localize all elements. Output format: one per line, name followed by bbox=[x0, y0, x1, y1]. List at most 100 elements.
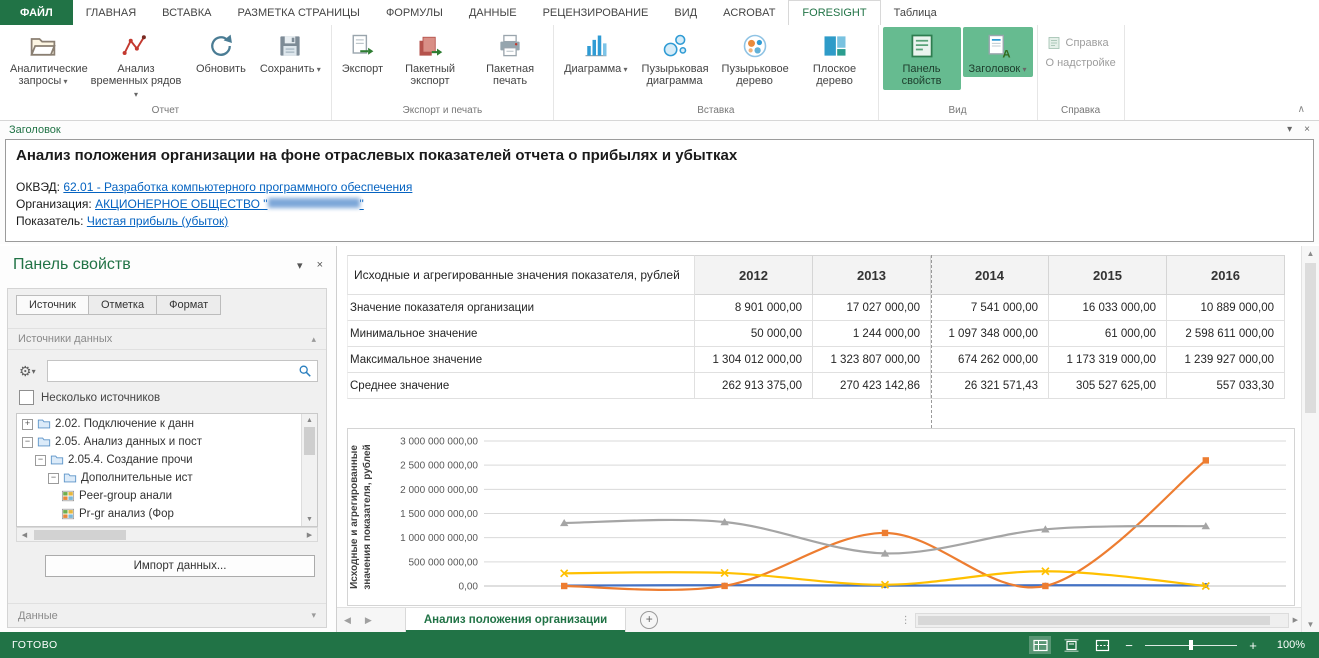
table-value-cell[interactable]: 262 913 375,00 bbox=[695, 373, 813, 399]
table-value-cell[interactable]: 1 097 348 000,00 bbox=[931, 321, 1049, 347]
tree-horizontal-scrollbar[interactable]: ◀ ▶ bbox=[16, 527, 318, 542]
table-year-header[interactable]: 2016 bbox=[1167, 255, 1285, 295]
tree-vertical-scrollbar[interactable]: ▲ ▼ bbox=[301, 414, 317, 526]
scroll-down-icon[interactable]: ▼ bbox=[1307, 617, 1315, 632]
data-sources-section-header[interactable]: Источники данных ▴ bbox=[8, 328, 326, 350]
scroll-right-icon[interactable]: ▶ bbox=[302, 531, 317, 539]
table-value-cell[interactable]: 7 541 000,00 bbox=[931, 295, 1049, 321]
chart-button[interactable]: Диаграмма ▾ bbox=[558, 27, 633, 77]
table-year-header[interactable]: 2012 bbox=[695, 255, 813, 295]
table-value-cell[interactable]: 674 262 000,00 bbox=[931, 347, 1049, 373]
collapse-ribbon-button[interactable]: ∧ bbox=[1298, 104, 1305, 115]
vertical-scrollbar[interactable]: ▲ ▼ bbox=[1301, 246, 1319, 632]
table-year-header[interactable]: 2013 bbox=[813, 255, 931, 295]
scrollbar-thumb[interactable] bbox=[918, 616, 1270, 625]
table-value-cell[interactable]: 50 000,00 bbox=[695, 321, 813, 347]
ribbon-tab-главная[interactable]: ГЛАВНАЯ bbox=[73, 0, 149, 25]
close-icon[interactable]: × bbox=[1304, 124, 1310, 135]
save-button[interactable]: Сохранить ▾ bbox=[254, 27, 327, 77]
tree-item[interactable]: Pr-gr анализ (Фор bbox=[19, 505, 301, 523]
scrollbar-thumb[interactable] bbox=[1305, 263, 1316, 413]
batch-print-button[interactable]: Пакетная печать bbox=[471, 27, 549, 90]
table-value-cell[interactable]: 557 033,30 bbox=[1167, 373, 1285, 399]
page-layout-view-button[interactable] bbox=[1060, 636, 1082, 654]
multi-source-checkbox[interactable] bbox=[19, 390, 34, 405]
previous-sheet-icon[interactable]: ◀ bbox=[337, 615, 358, 626]
tree-item[interactable]: −2.05.4. Создание прочи bbox=[19, 451, 301, 469]
analytical-queries-button[interactable]: Аналитические запросы ▾ bbox=[4, 27, 82, 90]
tree-item[interactable]: Peer-group анали bbox=[19, 487, 301, 505]
add-sheet-button[interactable]: + bbox=[640, 611, 658, 629]
table-row-label[interactable]: Минимальное значение bbox=[347, 321, 695, 347]
zoom-slider[interactable] bbox=[1145, 638, 1237, 652]
ribbon-tab-foresight[interactable]: FORESIGHT bbox=[788, 0, 880, 25]
flat-tree-button[interactable]: Плоское дерево bbox=[796, 27, 874, 90]
table-row-label[interactable]: Среднее значение bbox=[347, 373, 695, 399]
about-addin-button[interactable]: О надстройке bbox=[1041, 55, 1121, 71]
collapse-icon[interactable]: − bbox=[35, 455, 46, 466]
search-input[interactable] bbox=[54, 364, 298, 378]
scroll-left-icon[interactable]: ◀ bbox=[17, 531, 32, 539]
table-value-cell[interactable]: 2 598 611 000,00 bbox=[1167, 321, 1285, 347]
ribbon-tab-вид[interactable]: ВИД bbox=[661, 0, 710, 25]
page-break-view-button[interactable] bbox=[1091, 636, 1113, 654]
data-section-header[interactable]: Данные ▾ bbox=[8, 603, 326, 627]
indicator-link[interactable]: Чистая прибыль (убыток) bbox=[87, 214, 228, 228]
zoom-out-button[interactable]: − bbox=[1122, 638, 1136, 653]
sheet-tab[interactable]: Анализ положения организации bbox=[405, 608, 626, 632]
tab-bar-splitter[interactable]: ⋮ bbox=[897, 615, 915, 626]
table-value-cell[interactable]: 16 033 000,00 bbox=[1049, 295, 1167, 321]
header-toggle-button[interactable]: AЗаголовок ▾ bbox=[963, 27, 1033, 77]
import-data-button[interactable]: Импорт данных... bbox=[45, 555, 315, 577]
line-chart-object[interactable]: Исходные и агрегированные значения показ… bbox=[347, 428, 1295, 606]
tree-item[interactable]: −2.05. Анализ данных и пост bbox=[19, 433, 301, 451]
ribbon-tab-таблица[interactable]: Таблица bbox=[881, 0, 950, 25]
table-value-cell[interactable]: 17 027 000,00 bbox=[813, 295, 931, 321]
scroll-right-icon[interactable]: ▶ bbox=[1293, 616, 1298, 624]
chevron-down-icon[interactable]: ▾ bbox=[1287, 124, 1292, 135]
table-row-label[interactable]: Максимальное значение bbox=[347, 347, 695, 373]
tree-item[interactable]: +2.02. Подключение к данн bbox=[19, 415, 301, 433]
properties-panel-toggle-button[interactable]: Панель свойств bbox=[883, 27, 961, 90]
zoom-in-button[interactable]: + bbox=[1246, 638, 1260, 653]
table-value-cell[interactable]: 1 239 927 000,00 bbox=[1167, 347, 1285, 373]
chevron-down-icon[interactable]: ▾ bbox=[297, 259, 303, 272]
table-value-cell[interactable]: 1 244 000,00 bbox=[813, 321, 931, 347]
tree-item[interactable]: −Дополнительные ист bbox=[19, 469, 301, 487]
bubble-chart-button[interactable]: Пузырьковая диаграмма bbox=[636, 27, 714, 90]
properties-tab-0[interactable]: Источник bbox=[16, 295, 89, 315]
normal-view-button[interactable] bbox=[1029, 636, 1051, 654]
ribbon-tab-разметка-страницы[interactable]: РАЗМЕТКА СТРАНИЦЫ bbox=[224, 0, 372, 25]
ribbon-tab-формулы[interactable]: ФОРМУЛЫ bbox=[373, 0, 456, 25]
gear-button[interactable]: ⚙▾ bbox=[16, 363, 39, 380]
time-series-analysis-button[interactable]: Анализ временных рядов ▾ bbox=[84, 27, 188, 102]
table-value-cell[interactable]: 26 321 571,43 bbox=[931, 373, 1049, 399]
scrollbar-thumb[interactable] bbox=[304, 427, 315, 455]
collapse-icon[interactable]: − bbox=[48, 473, 59, 484]
scroll-up-icon[interactable]: ▲ bbox=[1307, 246, 1315, 261]
ribbon-tab-данные[interactable]: ДАННЫЕ bbox=[456, 0, 530, 25]
table-value-cell[interactable]: 10 889 000,00 bbox=[1167, 295, 1285, 321]
organization-link[interactable]: АКЦИОНЕРНОЕ ОБЩЕСТВО "" bbox=[95, 197, 364, 211]
properties-tab-2[interactable]: Формат bbox=[156, 295, 221, 315]
table-year-header[interactable]: 2014 bbox=[931, 255, 1049, 295]
ribbon-tab-acrobat[interactable]: ACROBAT bbox=[710, 0, 788, 25]
ribbon-tab-вставка[interactable]: ВСТАВКА bbox=[149, 0, 224, 25]
help-button[interactable]: Справка bbox=[1041, 33, 1114, 53]
export-button[interactable]: Экспорт bbox=[336, 27, 389, 77]
table-year-header[interactable]: 2015 bbox=[1049, 255, 1167, 295]
refresh-button[interactable]: Обновить bbox=[190, 27, 252, 77]
batch-export-button[interactable]: Пакетный экспорт bbox=[391, 27, 469, 90]
table-row-label[interactable]: Значение показателя организации bbox=[347, 295, 695, 321]
table-value-cell[interactable]: 270 423 142,86 bbox=[813, 373, 931, 399]
close-icon[interactable]: × bbox=[317, 259, 323, 272]
scrollbar-thumb[interactable] bbox=[34, 530, 126, 540]
search-box[interactable] bbox=[47, 360, 318, 382]
horizontal-scrollbar[interactable] bbox=[915, 613, 1289, 628]
zoom-level[interactable]: 100% bbox=[1269, 639, 1305, 651]
next-sheet-icon[interactable]: ▶ bbox=[358, 615, 379, 626]
zoom-slider-thumb[interactable] bbox=[1189, 640, 1193, 650]
table-value-cell[interactable]: 1 323 807 000,00 bbox=[813, 347, 931, 373]
okved-link[interactable]: 62.01 - Разработка компьютерного програм… bbox=[63, 180, 412, 194]
collapse-icon[interactable]: − bbox=[22, 437, 33, 448]
